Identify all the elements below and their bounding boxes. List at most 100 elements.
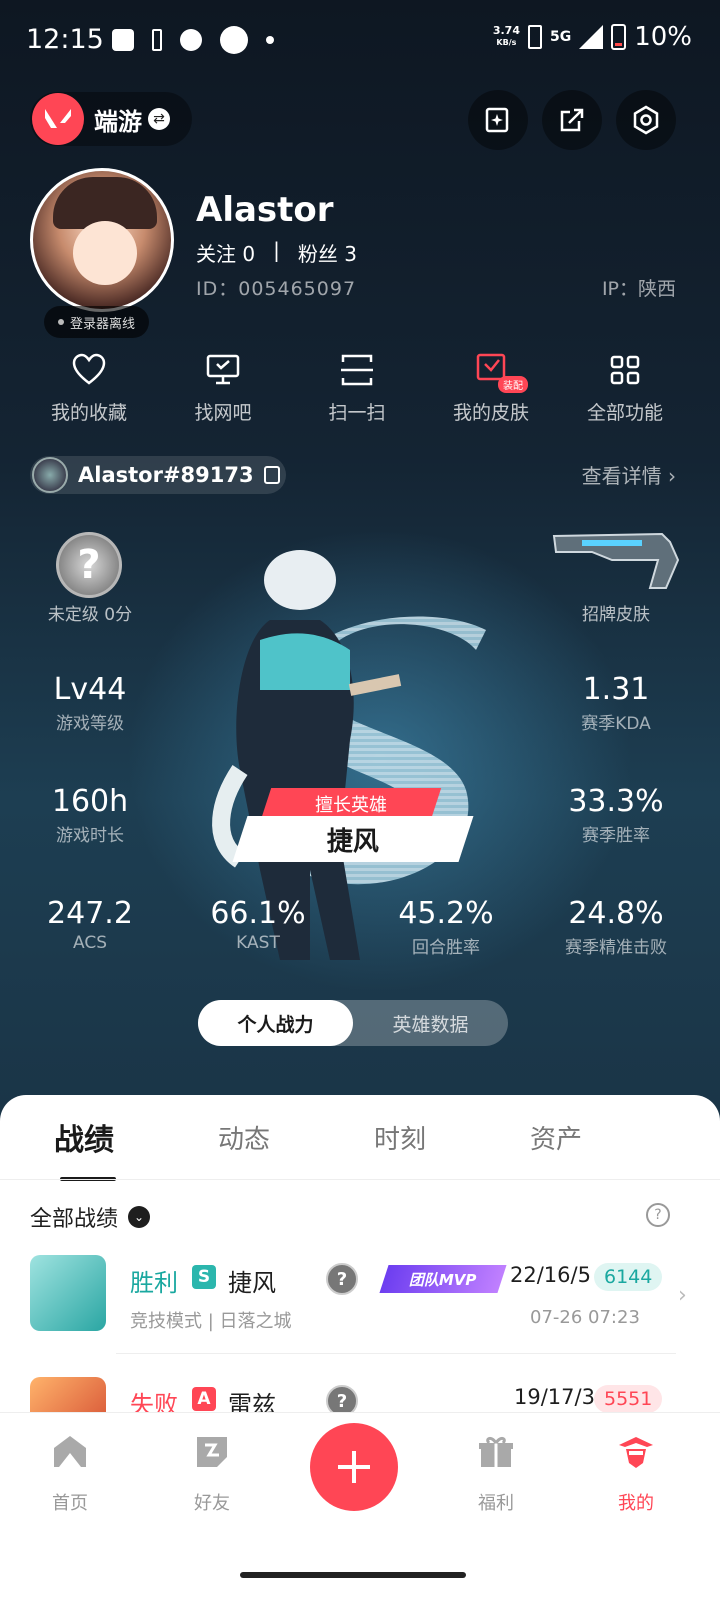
- rank-unranked-icon[interactable]: ?: [56, 532, 122, 598]
- shortcut-favorites[interactable]: 我的收藏: [22, 352, 156, 425]
- rank-badge: S: [192, 1265, 216, 1289]
- divider: [116, 1353, 676, 1354]
- match-kda: 19/17/3: [514, 1385, 595, 1409]
- stat-precise-kill: 24.8% 赛季精准击败: [565, 896, 667, 958]
- share-button[interactable]: [542, 90, 602, 150]
- heart-icon: [72, 353, 106, 385]
- match-time: 07-26 07:23: [530, 1307, 640, 1328]
- friends-icon: [197, 1437, 227, 1467]
- match-agent: 捷风: [228, 1269, 276, 1297]
- followers-count[interactable]: 粉丝 3: [298, 238, 357, 267]
- team-mvp-badge: 团队MVP: [379, 1265, 507, 1293]
- match-kda: 22/16/5: [510, 1263, 591, 1287]
- nav-rewards[interactable]: 福利: [456, 1433, 536, 1515]
- divider: [0, 1179, 720, 1180]
- help-icon[interactable]: ?: [646, 1203, 670, 1227]
- sim-icon: [527, 25, 542, 49]
- battery-percent: 10%: [634, 22, 692, 52]
- rank-badge: A: [192, 1387, 216, 1411]
- launcher-status-badge: 登录器离线: [44, 306, 150, 338]
- sparkle-card-icon: [485, 107, 509, 133]
- game-avatar: [32, 457, 68, 493]
- tab-moments[interactable]: 时刻: [374, 1119, 426, 1156]
- toggle-personal-power[interactable]: 个人战力: [198, 1000, 353, 1046]
- ip-location: IP：陕西: [601, 278, 676, 300]
- add-card-button[interactable]: [468, 90, 528, 150]
- copy-icon[interactable]: [263, 466, 280, 484]
- stat-level: Lv44 游戏等级: [53, 672, 127, 734]
- shortcut-all-functions[interactable]: 全部功能: [558, 352, 692, 425]
- following-count[interactable]: 关注 0: [196, 238, 255, 267]
- tab-records[interactable]: 战绩: [54, 1115, 114, 1159]
- signature-skin-gun-icon: [552, 532, 680, 589]
- help-icon: ?: [326, 1263, 358, 1295]
- match-score: 5551: [594, 1385, 663, 1413]
- toggle-hero-data[interactable]: 英雄数据: [353, 1000, 508, 1046]
- match-row[interactable]: 胜利 S 捷风 ? 团队MVP 22/16/5 6144 竞技模式 | 日落之城…: [0, 1255, 720, 1365]
- scan-icon: [341, 354, 373, 386]
- game-mode-label: 端游: [94, 107, 142, 136]
- valorant-logo-icon: [32, 93, 84, 145]
- avatar[interactable]: [30, 168, 174, 312]
- match-result: 胜利: [130, 1269, 178, 1297]
- stat-round-win: 45.2% 回合胜率: [398, 896, 494, 958]
- settings-button[interactable]: [616, 90, 676, 150]
- chevron-right-icon: ›: [678, 1283, 687, 1308]
- tab-assets[interactable]: 资产: [530, 1119, 582, 1156]
- battery-icon: [611, 24, 627, 50]
- stat-hours: 160h 游戏时长: [51, 784, 129, 846]
- tab-activity[interactable]: 动态: [218, 1119, 270, 1156]
- riot-id-pill[interactable]: Alastor#89173: [30, 456, 286, 494]
- match-score: 6144: [594, 1263, 663, 1291]
- shortcut-my-skins[interactable]: 装配 我的皮肤: [424, 352, 558, 425]
- shortcut-internet-cafe[interactable]: 找网吧: [156, 352, 290, 425]
- home-icon: [54, 1436, 86, 1467]
- stat-kast: 66.1% KAST: [210, 896, 306, 953]
- rank-label: 未定级 0分: [47, 605, 133, 625]
- agent-thumbnail: [30, 1255, 106, 1331]
- monitor-icon: [206, 354, 240, 385]
- shortcut-scan[interactable]: 扫一扫: [290, 352, 424, 425]
- view-details-link[interactable]: 查看详情 ›: [582, 460, 676, 489]
- riot-id: Alastor#89173: [78, 463, 254, 487]
- grid-icon: [610, 355, 640, 385]
- best-hero-name: 捷风: [232, 816, 474, 862]
- share-icon: [560, 108, 584, 132]
- signal-icon: [579, 25, 604, 49]
- match-meta: 竞技模式 | 日落之城: [130, 1311, 292, 1332]
- stats-view-toggle: 个人战力 英雄数据: [198, 1000, 508, 1046]
- stat-kda: 1.31 赛季KDA: [581, 672, 651, 734]
- shortcut-bar: 我的收藏 找网吧 扫一扫 装配 我的皮肤 全部功能: [0, 352, 720, 425]
- signature-skin-label: 招牌皮肤: [582, 605, 650, 625]
- more-notifications-icon: [266, 36, 274, 44]
- user-id: ID：005465097: [196, 278, 357, 300]
- nav-friends[interactable]: 好友: [172, 1433, 252, 1515]
- net-speed: 3.74 KB/s: [492, 24, 520, 48]
- records-filter[interactable]: 全部战绩 ⌄: [30, 1201, 151, 1233]
- wechat-icon: [180, 29, 202, 51]
- chevron-down-icon: ⌄: [128, 1206, 151, 1228]
- swap-icon: ⇄: [148, 108, 170, 130]
- gear-icon: [633, 105, 659, 135]
- username: Alastor: [196, 190, 334, 230]
- notification-icons: [112, 26, 274, 54]
- best-hero-card[interactable]: 擅长英雄 捷风: [232, 788, 474, 864]
- status-bar: 12:15 3.74 KB/s 5G 10%: [0, 0, 720, 80]
- message-icon: [112, 29, 134, 51]
- plus-icon: [338, 1451, 370, 1483]
- nav-home[interactable]: 首页: [30, 1433, 110, 1515]
- equip-badge: 装配: [498, 376, 528, 393]
- stat-acs: 247.2 ACS: [47, 896, 133, 953]
- create-post-button[interactable]: [310, 1423, 398, 1511]
- home-indicator[interactable]: [240, 1572, 466, 1578]
- nav-me[interactable]: 我的: [596, 1433, 676, 1515]
- network-type: 5G: [549, 29, 572, 45]
- app-notification-icon: [220, 26, 248, 54]
- follow-stats: 关注 0 | 粉丝 3: [196, 238, 357, 267]
- me-icon: [619, 1437, 653, 1468]
- game-mode-switch[interactable]: 端游 ⇄: [30, 92, 192, 146]
- status-right: 3.74 KB/s 5G 10%: [493, 22, 692, 52]
- gift-icon: [479, 1436, 513, 1467]
- status-time: 12:15: [26, 24, 104, 55]
- stat-winrate: 33.3% 赛季胜率: [568, 784, 664, 846]
